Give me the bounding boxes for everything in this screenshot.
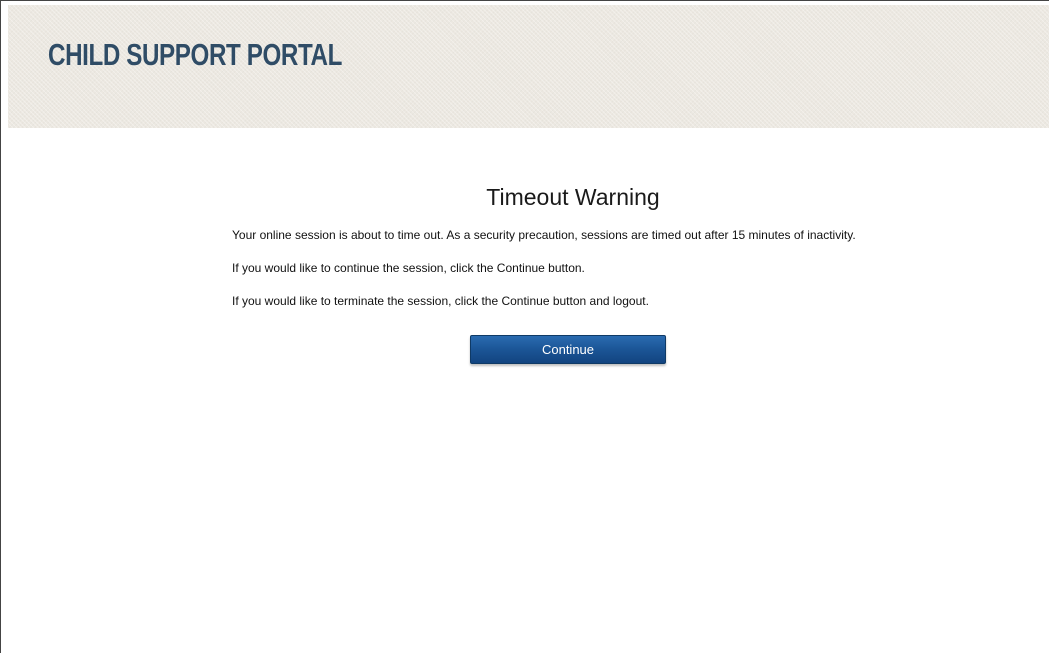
terminate-instruction: If you would like to terminate the sessi… — [232, 294, 649, 308]
site-header: CHILD SUPPORT PORTAL — [8, 5, 1049, 128]
timeout-warning-panel: Timeout Warning Your online session is a… — [232, 180, 902, 308]
continue-instruction: If you would like to continue the sessio… — [232, 261, 585, 275]
timeout-message: Your online session is about to time out… — [232, 228, 856, 242]
continue-button[interactable]: Continue — [470, 335, 666, 364]
portal-title: CHILD SUPPORT PORTAL — [48, 37, 343, 72]
timeout-warning-heading: Timeout Warning — [486, 184, 660, 210]
